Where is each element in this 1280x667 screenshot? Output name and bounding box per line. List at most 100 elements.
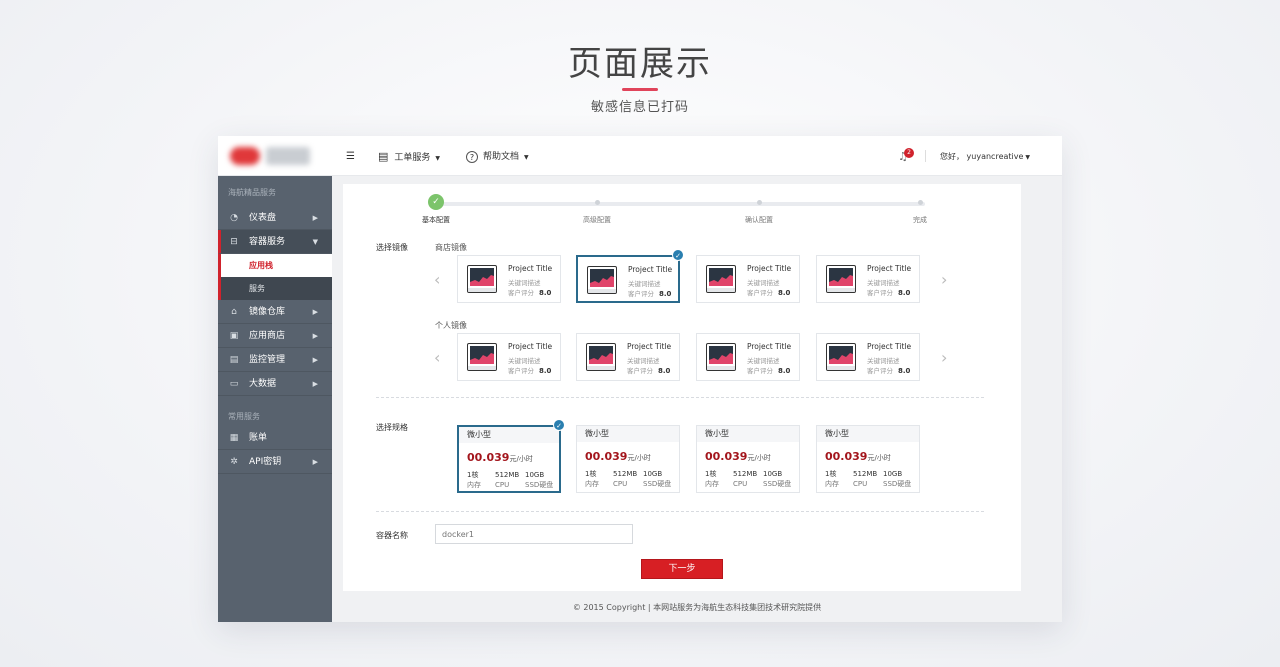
image-thumbnail	[587, 266, 617, 294]
chart-thumb-icon	[829, 275, 853, 286]
price-unit: 元/小时	[627, 454, 651, 462]
image-title: Project Title	[747, 342, 792, 351]
footer: © 2015 Copyright | 本网站服务为海航生态科技集团技术研究院提供	[572, 603, 822, 612]
price-value: 00.039	[705, 450, 748, 463]
image-card[interactable]: Project Title 关键词描述 客户评分 8.0	[816, 333, 920, 381]
sidebar-section-title: 海航精品服务	[228, 188, 276, 197]
divider	[925, 150, 926, 162]
spec-key: CPU	[733, 480, 748, 488]
sidebar-item-registry[interactable]: ⌂ 镜像仓库 ▶	[218, 300, 332, 324]
spec-card[interactable]: 微小型 00.039元/小时 1核 512MB 10GB 内存 CPU SSD硬盘	[457, 425, 561, 493]
price-value: 00.039	[467, 451, 510, 464]
chart-thumb-icon	[470, 275, 494, 286]
sidebar-subitem-appstack[interactable]: 应用栈	[218, 254, 332, 277]
image-thumbnail	[706, 265, 736, 293]
spec-keys: 内存 CPU SSD硬盘	[825, 479, 921, 489]
spec-keys: 内存 CPU SSD硬盘	[705, 479, 801, 489]
spec-price: 00.039元/小时	[825, 450, 891, 463]
chevron-down-icon: ▼	[312, 238, 318, 246]
spec-name: 微小型	[817, 426, 919, 442]
logo[interactable]	[218, 136, 332, 176]
thumbnail-stand	[468, 366, 496, 370]
sidebar-item-bigdata[interactable]: ▭ 大数据 ▶	[218, 372, 332, 396]
ticket-menu-label: 工单服务	[394, 153, 431, 163]
image-card[interactable]: Project Title 关键词描述 客户评分 8.0	[457, 255, 561, 303]
menu-toggle[interactable]: ☰	[346, 136, 355, 176]
image-title: Project Title	[867, 264, 912, 273]
spec-values: 1核 512MB 10GB	[585, 469, 681, 479]
sidebar-subitem-service[interactable]: 服务	[218, 277, 332, 300]
spec-values: 1核 512MB 10GB	[467, 470, 563, 480]
image-card[interactable]: Project Title 关键词描述 客户评分 8.0	[696, 255, 800, 303]
spec-key: 内存	[825, 480, 839, 488]
chevron-left-icon[interactable]: ‹	[434, 348, 440, 367]
rating-label: 客户评分	[508, 367, 534, 375]
rating-label: 客户评分	[627, 367, 653, 375]
price-unit: 元/小时	[867, 454, 891, 462]
image-title: Project Title	[747, 264, 792, 273]
check-icon: ✓	[672, 249, 684, 261]
spec-keys: 内存 CPU SSD硬盘	[467, 480, 563, 490]
spec-mem: 512MB	[853, 470, 878, 478]
image-card[interactable]: Project Title 关键词描述 客户评分 8.0	[457, 333, 561, 381]
spec-key: 内存	[585, 480, 599, 488]
ticket-menu[interactable]: ▤ 工单服务 ▼	[378, 136, 440, 176]
spec-disk: 10GB	[883, 470, 903, 478]
image-card[interactable]: Project Title 关键词描述 客户评分 8.0	[816, 255, 920, 303]
spec-price: 00.039元/小时	[585, 450, 651, 463]
image-card[interactable]: Project Title 关键词描述 客户评分 8.0	[576, 255, 680, 303]
hero-underline	[622, 88, 658, 91]
sidebar-item-container[interactable]: ⊟ 容器服务 ▼	[218, 230, 332, 254]
sidebar-item-bill[interactable]: ▦ 账单	[218, 426, 332, 450]
image-rating: 客户评分 8.0	[508, 287, 551, 297]
spec-values: 1核 512MB 10GB	[825, 469, 921, 479]
chevron-right-icon: ▶	[312, 380, 318, 388]
sidebar-section-title-2: 常用服务	[228, 412, 260, 421]
spec-mem: 512MB	[613, 470, 638, 478]
sidebar-item-dashboard[interactable]: ◔ 仪表盘 ▶	[218, 206, 332, 230]
spec-card[interactable]: 微小型 00.039元/小时 1核 512MB 10GB 内存 CPU SSD硬盘	[696, 425, 800, 493]
sidebar: 海航精品服务 ◔ 仪表盘 ▶ ⊟ 容器服务 ▼ 应用栈 服务 ⌂ 镜像仓库 ▶ ▣ 应用商店 ▶…	[218, 136, 332, 622]
user-menu[interactable]: 您好， yuyancreative ▼	[940, 136, 1030, 176]
sidebar-item-store[interactable]: ▣ 应用商店 ▶	[218, 324, 332, 348]
spec-disk: 10GB	[525, 471, 545, 479]
sidebar-item-monitor[interactable]: ▤ 监控管理 ▶	[218, 348, 332, 372]
spec-cores: 1核	[467, 471, 479, 479]
next-button[interactable]: 下一步	[641, 559, 723, 579]
image-card[interactable]: Project Title 关键词描述 客户评分 8.0	[576, 333, 680, 381]
price-value: 00.039	[825, 450, 868, 463]
thumbnail-stand	[827, 288, 855, 292]
image-rating: 客户评分 8.0	[627, 365, 670, 375]
help-menu[interactable]: ? 帮助文档 ▼	[466, 136, 529, 176]
chevron-right-icon[interactable]: ›	[941, 270, 947, 289]
user-greeting: 您好， yuyancreative	[940, 152, 1024, 161]
image-thumbnail	[826, 265, 856, 293]
sidebar-item-label: 容器服务	[249, 237, 286, 247]
rating-value: 8.0	[539, 367, 552, 375]
image-desc: 关键词描述	[747, 279, 780, 287]
section-divider	[376, 397, 984, 398]
document-icon: ▤	[378, 150, 389, 163]
chart-thumb-icon	[829, 353, 853, 364]
caret-down-icon: ▼	[435, 155, 441, 162]
step-basic: 基本配置	[422, 216, 450, 224]
caret-down-icon: ▼	[1025, 154, 1031, 161]
spec-name: 微小型	[459, 427, 559, 443]
chevron-left-icon[interactable]: ‹	[434, 270, 440, 289]
chevron-right-icon: ▶	[312, 458, 318, 466]
personal-images-label: 个人镜像	[435, 321, 467, 330]
image-card[interactable]: Project Title 关键词描述 客户评分 8.0	[696, 333, 800, 381]
chevron-right-icon[interactable]: ›	[941, 348, 947, 367]
check-icon: ✓	[553, 419, 565, 431]
image-title: Project Title	[508, 264, 553, 273]
spec-card[interactable]: 微小型 00.039元/小时 1核 512MB 10GB 内存 CPU SSD硬盘	[576, 425, 680, 493]
bigdata-icon: ▭	[229, 379, 239, 389]
rating-label: 客户评分	[508, 289, 534, 297]
topbar: ☰ ▤ 工单服务 ▼ ? 帮助文档 ▼ ♫ 2 您好， yuyancreative ▼	[332, 136, 1062, 176]
spec-card[interactable]: 微小型 00.039元/小时 1核 512MB 10GB 内存 CPU SSD硬盘	[816, 425, 920, 493]
price-unit: 元/小时	[747, 454, 771, 462]
thumbnail-stand	[468, 288, 496, 292]
container-name-input[interactable]	[435, 524, 633, 544]
rating-value: 8.0	[778, 367, 791, 375]
sidebar-item-apikey[interactable]: ✲ API密钥 ▶	[218, 450, 332, 474]
